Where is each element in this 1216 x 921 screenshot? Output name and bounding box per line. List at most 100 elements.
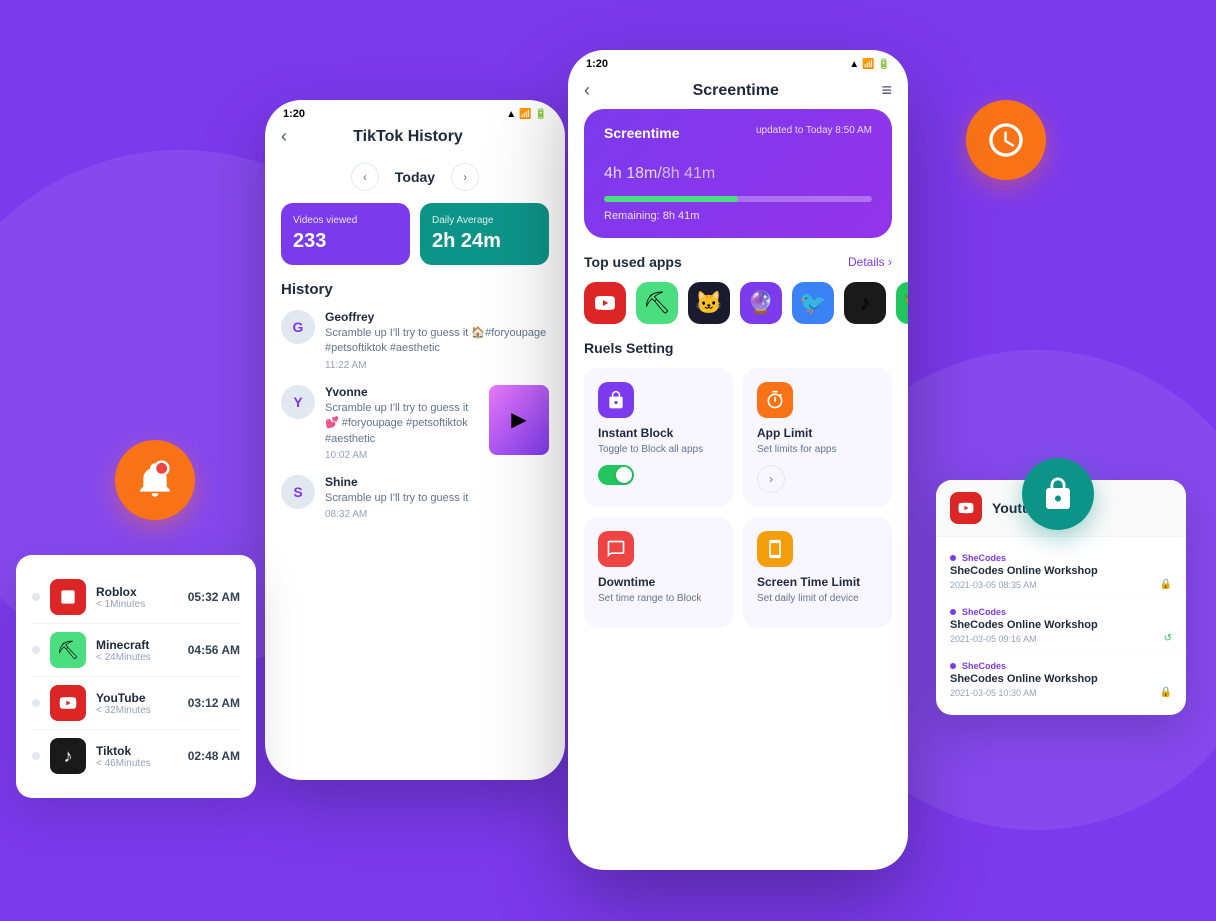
- youtube-time: 03:12 AM: [188, 696, 240, 710]
- st-remaining: Remaining: 8h 41m: [604, 210, 872, 222]
- st-progress-bg: [604, 196, 872, 202]
- instant-block-toggle[interactable]: [598, 465, 634, 485]
- history-name-2: Shine: [325, 475, 549, 489]
- app-icon-tiktok[interactable]: ♪: [844, 282, 886, 324]
- lock-icon-container: [1022, 458, 1094, 530]
- history-thumbnail: ▶: [489, 385, 549, 455]
- rule-desc-screen-time-limit: Set daily limit of device: [757, 592, 878, 606]
- history-name-0: Geoffrey: [325, 310, 549, 324]
- history-body-2: Shine Scramble up I'll try to guess it 0…: [325, 475, 549, 520]
- date-nav: ‹ Today ›: [281, 163, 549, 191]
- phone2-status-icons: ▲📶🔋: [849, 59, 890, 70]
- usage-dot: [32, 646, 40, 654]
- rules-title: Ruels Setting: [568, 340, 908, 356]
- stat-videos-viewed: Videos viewed 233: [281, 203, 410, 265]
- history-body-1: Yvonne Scramble up I'll try to guess it …: [325, 385, 479, 461]
- yt-item-title-2: SheCodes Online Workshop: [950, 673, 1172, 685]
- screen-back-button[interactable]: ‹: [584, 80, 590, 101]
- screentime-card: Screentime updated to Today 8:50 AM 4h 1…: [584, 109, 892, 238]
- yt-item-2: SheCodes SheCodes Online Workshop 2021-0…: [936, 653, 1186, 707]
- top-apps-title: Top used apps: [584, 254, 682, 270]
- usage-item-roblox: Roblox < 1Minutes 05:32 AM: [32, 571, 240, 624]
- app-icon-mystery3[interactable]: 🐦: [792, 282, 834, 324]
- avatar-shine: S: [281, 475, 315, 509]
- tiktok-icon: ♪: [50, 738, 86, 774]
- yt-item-top-1: SheCodes: [950, 607, 1172, 617]
- app-icons-row: ⛏ 🐱 🔮 🐦 ♪ 🌿: [568, 282, 908, 324]
- rule-desc-app-limit: Set limits for apps: [757, 443, 878, 457]
- rule-card-instant-block: Instant Block Toggle to Block all apps: [584, 368, 733, 507]
- minecraft-duration: < 24Minutes: [96, 652, 178, 663]
- app-icon-mystery2[interactable]: 🔮: [740, 282, 782, 324]
- usage-card: Roblox < 1Minutes 05:32 AM ⛏ Minecraft <…: [16, 555, 256, 798]
- rule-name-instant-block: Instant Block: [598, 426, 719, 440]
- yt-item-0: SheCodes SheCodes Online Workshop 2021-0…: [936, 545, 1186, 599]
- bell-icon: [135, 460, 175, 500]
- yt-source-1: SheCodes: [962, 607, 1006, 617]
- rule-name-downtime: Downtime: [598, 575, 719, 589]
- history-item-2: S Shine Scramble up I'll try to guess it…: [281, 475, 549, 520]
- usage-dot: [32, 699, 40, 707]
- history-time-2: 08:32 AM: [325, 509, 549, 520]
- history-name-1: Yvonne: [325, 385, 479, 399]
- roblox-icon: [50, 579, 86, 615]
- stat-value-2: 2h 24m: [432, 230, 537, 253]
- yt-item-title-0: SheCodes Online Workshop: [950, 565, 1172, 577]
- rule-name-screen-time-limit: Screen Time Limit: [757, 575, 878, 589]
- rule-icon-lock: [598, 382, 634, 418]
- app-icon-youtube[interactable]: [584, 282, 626, 324]
- yt-item-bottom-1: 2021-03-05 09:16 AM ↺: [950, 633, 1172, 644]
- st-top-row: Screentime updated to Today 8:50 AM: [604, 125, 872, 141]
- phone2-time: 1:20: [586, 58, 608, 70]
- tiktok-info: Tiktok < 46Minutes: [96, 744, 178, 769]
- minecraft-name: Minecraft: [96, 638, 178, 652]
- st-total: /8h 41m: [657, 165, 715, 182]
- history-item-0: G Geoffrey Scramble up I'll try to guess…: [281, 310, 549, 371]
- yt-item-1: SheCodes SheCodes Online Workshop 2021-0…: [936, 599, 1186, 653]
- screen-menu-button[interactable]: ≡: [881, 80, 892, 101]
- app-icon-mystery1[interactable]: 🐱: [688, 282, 730, 324]
- date-prev-button[interactable]: ‹: [351, 163, 379, 191]
- source-dot-0: [950, 555, 956, 561]
- app-limit-arrow-button[interactable]: ›: [757, 465, 785, 493]
- yt-list: SheCodes SheCodes Online Workshop 2021-0…: [936, 537, 1186, 715]
- usage-item-minecraft: ⛏ Minecraft < 24Minutes 04:56 AM: [32, 624, 240, 677]
- top-apps-details-link[interactable]: Details ›: [848, 255, 892, 269]
- phone1-nav: ‹ TikTok History: [265, 122, 565, 155]
- tiktok-time: 02:48 AM: [188, 749, 240, 763]
- clock-icon-container: [966, 100, 1046, 180]
- source-dot-1: [950, 609, 956, 615]
- history-time-1: 10:02 AM: [325, 450, 479, 461]
- yt-lock-0: 🔒: [1160, 579, 1172, 590]
- roblox-time: 05:32 AM: [188, 590, 240, 604]
- top-apps-header: Top used apps Details ›: [568, 254, 908, 270]
- stat-value-1: 233: [293, 230, 398, 253]
- bell-icon-container: [115, 440, 195, 520]
- history-item-1: Y Yvonne Scramble up I'll try to guess i…: [281, 385, 549, 461]
- stat-label-1: Videos viewed: [293, 215, 398, 226]
- rule-card-app-limit: App Limit Set limits for apps ›: [743, 368, 892, 507]
- toggle-container: [598, 465, 719, 485]
- tiktok-duration: < 46Minutes: [96, 758, 178, 769]
- minecraft-icon: ⛏: [50, 632, 86, 668]
- youtube-logo: [950, 492, 982, 524]
- rule-card-downtime: Downtime Set time range to Block: [584, 517, 733, 628]
- history-time-0: 11:22 AM: [325, 360, 549, 371]
- rule-card-screen-time-limit: Screen Time Limit Set daily limit of dev…: [743, 517, 892, 628]
- rule-icon-screen-time: [757, 531, 793, 567]
- rule-desc-instant-block: Toggle to Block all apps: [598, 443, 719, 457]
- phone2-screentime: 1:20 ▲📶🔋 ‹ Screentime ≡ Screentime updat…: [568, 50, 908, 870]
- yt-item-top-0: SheCodes: [950, 553, 1172, 563]
- rule-icon-timer: [757, 382, 793, 418]
- lock-icon: [1040, 476, 1076, 512]
- history-text-1: Scramble up I'll try to guess it 💕 #fory…: [325, 401, 479, 447]
- yt-source-0: SheCodes: [962, 553, 1006, 563]
- yt-date-1: 2021-03-05 09:16 AM: [950, 634, 1037, 644]
- rule-name-app-limit: App Limit: [757, 426, 878, 440]
- app-icon-minecraft[interactable]: ⛏: [636, 282, 678, 324]
- app-icon-mystery4[interactable]: 🌿: [896, 282, 908, 324]
- date-next-button[interactable]: ›: [451, 163, 479, 191]
- usage-item-youtube: YouTube < 32Minutes 03:12 AM: [32, 677, 240, 730]
- usage-dot: [32, 593, 40, 601]
- st-updated: updated to Today 8:50 AM: [756, 125, 872, 136]
